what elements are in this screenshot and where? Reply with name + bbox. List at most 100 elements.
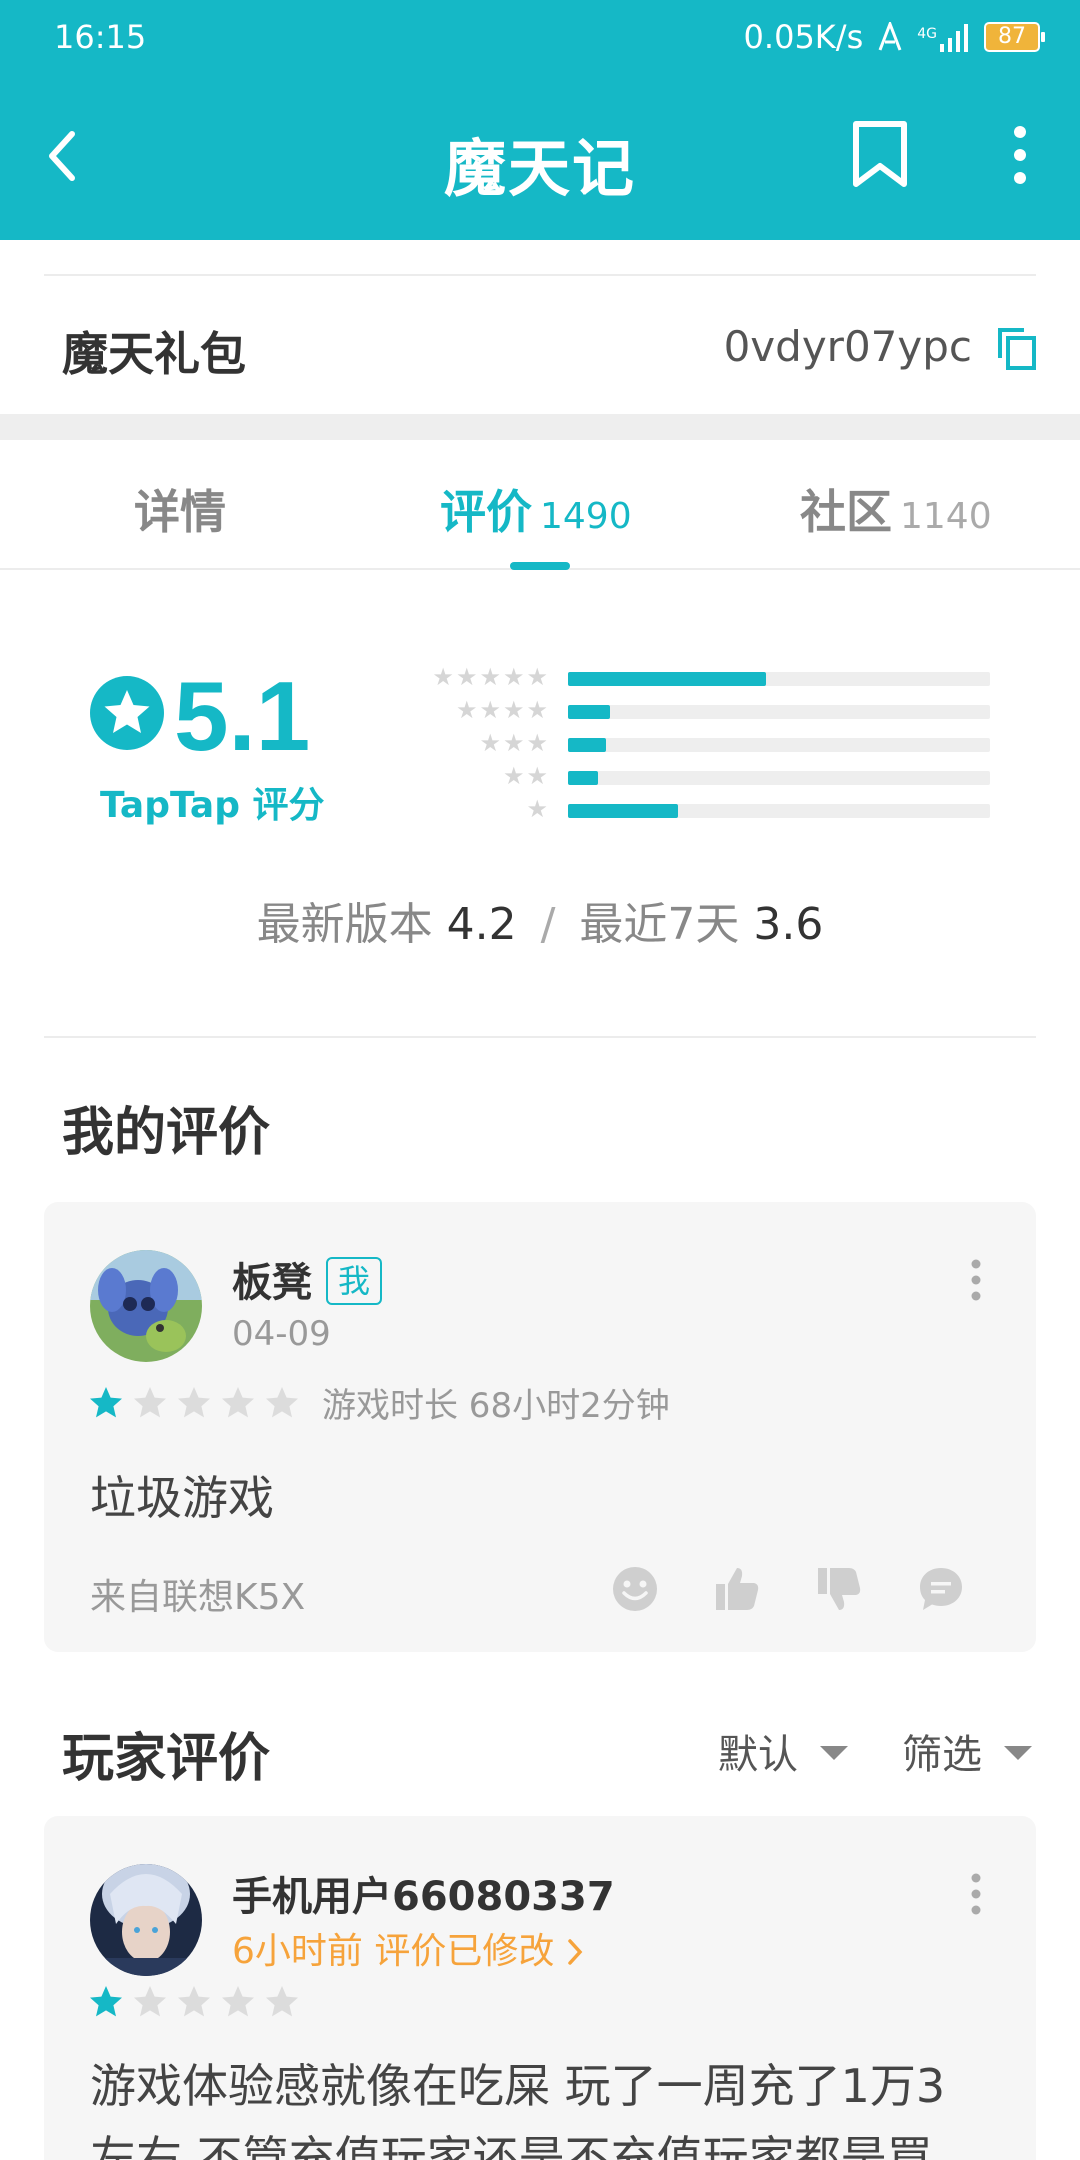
playtime: 游戏时长 68小时2分钟 <box>322 1386 670 1426</box>
recent-label: 最近7天 <box>579 899 740 950</box>
my-review-title: 我的评价 <box>62 1103 271 1163</box>
thumbs-down-icon[interactable] <box>814 1564 864 1614</box>
chevron-right-icon <box>568 1939 583 1965</box>
rating-separator: / <box>540 899 556 950</box>
bar-star-label: ★★ <box>502 762 550 790</box>
review-line: 左右 不管充值玩家还是不充值玩家都是買 <box>90 2131 933 2160</box>
avatar[interactable] <box>90 1250 202 1362</box>
tab-community[interactable]: 社区 1140 <box>800 476 992 542</box>
bar-fill <box>568 672 767 686</box>
gift-code[interactable]: 0vdyr07ypc <box>724 322 972 371</box>
page-title: 魔天记 <box>443 132 636 205</box>
username-text: 板凳 <box>232 1260 312 1306</box>
bookmark-button[interactable] <box>850 120 910 190</box>
star-empty-icon <box>134 1986 166 2017</box>
more-vertical-icon <box>971 1873 981 1915</box>
star-empty-icon <box>266 1386 298 1417</box>
me-badge: 我 <box>326 1257 383 1305</box>
review-username: 手机用户66080337 <box>232 1874 615 1920</box>
network-type: 4G <box>917 26 937 42</box>
rating-bar-3-star: ★★★ <box>420 728 990 761</box>
sort-label: 默认 <box>718 1732 798 1778</box>
filter-dropdown[interactable]: 筛选 <box>902 1722 1032 1780</box>
review-menu-button[interactable] <box>966 1870 986 1920</box>
rating-score: 5.1 <box>174 661 311 771</box>
review-time-modified[interactable]: 6小时前 评价已修改 <box>232 1922 584 1974</box>
section-gap <box>0 414 1080 440</box>
star-empty-icon <box>178 1986 210 2017</box>
player-review-card: 手机用户66080337 6小时前 评价已修改 游戏体验感就像在吃屎 玩了一周充… <box>44 1816 1036 2160</box>
avatar[interactable] <box>90 1864 202 1976</box>
tab-label: 评价 <box>440 485 532 539</box>
review-modified: 评价已修改 <box>374 1931 555 1972</box>
player-review-stars <box>88 1984 300 2020</box>
review-device: 来自联想K5X <box>90 1577 306 1618</box>
bar-track <box>568 672 990 686</box>
signal-icon <box>940 24 968 52</box>
filter-label: 筛选 <box>902 1732 982 1778</box>
recent-score: 3.6 <box>753 899 824 950</box>
review-content: 游戏体验感就像在吃屎 玩了一周充了1万3 左右 不管充值玩家还是不充值玩家都是買 <box>90 2050 1010 2160</box>
my-review-stars: 游戏时长 68小时2分钟 <box>88 1378 670 1427</box>
toolbar: 魔天记 <box>0 80 1080 240</box>
more-vertical-icon <box>1014 126 1026 184</box>
emoji-icon[interactable] <box>610 1564 660 1614</box>
bar-track <box>568 771 990 785</box>
status-bar: 16:15 0.05K/s 4G 87 <box>0 0 1080 72</box>
bar-fill <box>568 705 611 719</box>
bar-track <box>568 804 990 818</box>
rating-summary-block: 5.1 TapTap 评分 ★★★★★ ★★★★ ★★★ ★★ ★ 最新版本 4.2/最… <box>0 600 1080 1030</box>
bar-star-label: ★★★★★ <box>432 663 550 691</box>
rating-bar-5-star: ★★★★★ <box>420 662 990 695</box>
latest-version-label: 最新版本 <box>256 899 433 950</box>
comment-icon[interactable] <box>916 1564 966 1614</box>
star-filled-icon <box>90 1386 122 1417</box>
review-username: 板凳我 <box>232 1250 383 1308</box>
taptap-star-icon <box>90 676 164 750</box>
tab-count: 1490 <box>540 496 632 537</box>
network-speed: 0.05K/s <box>743 18 864 56</box>
tab-label: 详情 <box>134 485 226 539</box>
bar-star-label: ★ <box>526 795 550 823</box>
copy-icon[interactable] <box>996 326 1036 370</box>
avatar-image <box>90 1250 202 1362</box>
review-content: 垃圾游戏 <box>90 1471 274 1525</box>
sort-dropdown[interactable]: 默认 <box>718 1722 848 1780</box>
battery-indicator: 87 <box>984 22 1045 52</box>
caret-down-icon <box>1004 1746 1032 1760</box>
tab-count: 1140 <box>900 496 992 537</box>
bookmark-icon <box>853 121 907 187</box>
active-tab-indicator <box>510 562 570 570</box>
bar-track <box>568 738 990 752</box>
status-indicators: 0.05K/s 4G 87 <box>743 18 1045 56</box>
review-menu-button[interactable] <box>966 1256 986 1306</box>
wifi-icon <box>878 22 902 51</box>
avatar-image <box>90 1864 202 1976</box>
star-empty-icon <box>222 1386 254 1417</box>
status-time: 16:15 <box>54 18 147 56</box>
rating-distribution: ★★★★★ ★★★★ ★★★ ★★ ★ <box>420 662 990 827</box>
bar-track <box>568 705 990 719</box>
star-empty-icon <box>178 1386 210 1417</box>
caret-down-icon <box>820 1746 848 1760</box>
more-options-button[interactable] <box>1000 120 1040 190</box>
tab-label: 社区 <box>800 485 892 539</box>
player-reviews-title: 玩家评价 <box>62 1729 271 1789</box>
review-line: 游戏体验感就像在吃屎 玩了一周充了1万3 <box>90 2059 946 2113</box>
review-date: 04-09 <box>232 1314 331 1354</box>
tab-bar: 详情 评价 1490 社区 1140 <box>0 440 1080 570</box>
star-filled-icon <box>90 1986 122 2017</box>
more-vertical-icon <box>971 1259 981 1301</box>
app-header: 16:15 0.05K/s 4G 87 魔天记 <box>0 0 1080 240</box>
rating-caption: TapTap 评分 <box>100 785 325 826</box>
bar-star-label: ★★★ <box>479 729 550 757</box>
latest-version-score: 4.2 <box>446 899 517 950</box>
tab-details[interactable]: 详情 <box>134 476 226 542</box>
rating-versions: 最新版本 4.2 / 最近7天 3.6 <box>0 888 1080 952</box>
tab-reviews[interactable]: 评价 1490 <box>440 476 632 542</box>
review-time: 6小时前 <box>232 1931 363 1972</box>
thumbs-up-icon[interactable] <box>712 1564 762 1614</box>
gift-code-row: 魔天礼包 0vdyr07ypc <box>44 274 1036 414</box>
star-empty-icon <box>134 1386 166 1417</box>
my-review-card: 板凳我 04-09 游戏时长 68小时2分钟 垃圾游戏 来自联想K5X <box>44 1202 1036 1652</box>
